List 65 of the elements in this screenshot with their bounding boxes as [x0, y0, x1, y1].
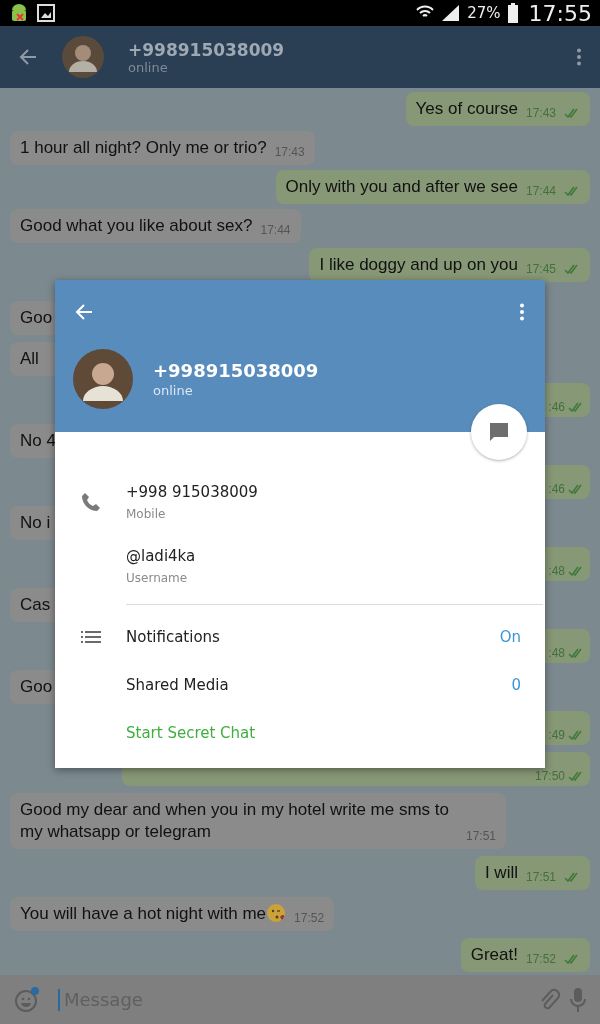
chat-title: +998915038009	[128, 39, 286, 60]
message-text: All	[20, 348, 39, 370]
back-icon[interactable]	[75, 303, 93, 321]
read-ticks-icon	[568, 730, 584, 740]
settings-value: 0	[511, 676, 521, 694]
read-ticks-icon	[564, 954, 580, 964]
profile-status: online	[153, 383, 194, 398]
info-value: +998 915038009	[126, 483, 258, 501]
message-text: Great!	[470, 944, 518, 966]
message-time: 17:45	[525, 262, 556, 276]
battery-icon	[506, 3, 519, 23]
message-text: Good my dear and when you in my hotel write me sms to my whatsapp or telegram	[20, 799, 450, 843]
message-button[interactable]	[471, 404, 527, 460]
message-text: Good what you like about sex?	[20, 215, 253, 237]
info-label: Mobile	[126, 507, 167, 521]
more-icon[interactable]	[519, 303, 525, 321]
message-text: Goo	[20, 676, 53, 698]
text-cursor	[58, 988, 60, 1011]
avatar	[73, 349, 133, 409]
info-value: @ladi4ka	[126, 547, 196, 565]
message-time: :48	[548, 564, 565, 578]
message-text: Only with you and after we see	[285, 176, 518, 198]
settings-item[interactable]: Shared Media	[126, 676, 512, 694]
profile-name: +998915038009	[153, 360, 319, 381]
back-icon[interactable]	[18, 47, 38, 67]
message-text: 1 hour all night? Only me or trio?	[20, 137, 267, 159]
message-time: :46	[548, 400, 565, 414]
message-text: Goo	[20, 307, 53, 329]
avatar[interactable]	[62, 36, 104, 78]
message-time: 17:52	[525, 952, 556, 966]
read-ticks-icon	[568, 771, 584, 781]
read-ticks-icon	[568, 484, 584, 494]
message-text: You will have a hot night with me	[20, 903, 287, 925]
message-time: 17:44	[525, 184, 556, 198]
signal-icon	[441, 4, 462, 22]
read-ticks-icon	[564, 264, 580, 274]
phone-icon	[80, 492, 101, 512]
message-time: :46	[548, 482, 565, 496]
read-ticks-icon	[564, 108, 580, 118]
message-text: I will	[484, 862, 518, 884]
clock: 17:55	[528, 0, 592, 26]
message-time: :48	[548, 646, 565, 660]
settings-value: On	[499, 628, 521, 646]
chat-icon	[488, 421, 510, 443]
read-ticks-icon	[568, 566, 584, 576]
chat-status: online	[128, 59, 169, 75]
read-ticks-icon	[564, 186, 580, 196]
message-text: No i	[20, 512, 51, 534]
read-ticks-icon	[568, 402, 584, 412]
read-ticks-icon	[568, 648, 584, 658]
info-label: Username	[126, 571, 189, 585]
message-time: 17:51	[525, 870, 556, 884]
message-text: No 4	[20, 430, 56, 452]
message-text: Cas	[20, 594, 51, 616]
settings-item[interactable]: Notifications	[126, 628, 500, 646]
read-ticks-icon	[564, 872, 580, 882]
more-icon[interactable]	[576, 48, 582, 66]
battery-percent: 27%	[467, 4, 501, 22]
list-icon	[80, 630, 101, 644]
message-time: :49	[548, 728, 565, 742]
message-text: Yes of course	[415, 98, 518, 120]
message-text: I like doggy and up on you	[319, 254, 518, 276]
image-icon	[36, 3, 56, 23]
message-time: 17:50	[534, 769, 565, 783]
message-time: 17:43	[525, 106, 556, 120]
